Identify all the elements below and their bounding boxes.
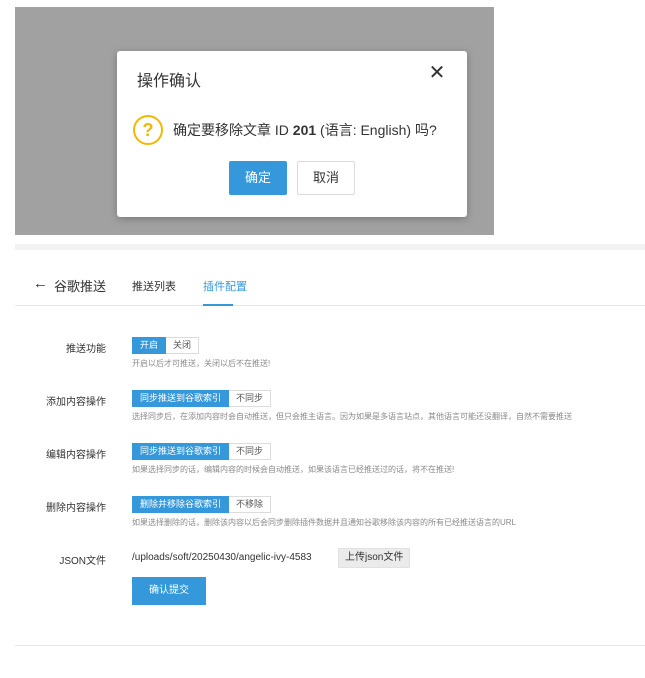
- add-content-toggle: 同步推送到谷歌索引 不同步: [132, 390, 272, 407]
- add-content-hint: 选择同步后，在添加内容时会自动推送，但只会推主语言。因为如果是多语言站点，其他语…: [132, 412, 572, 421]
- back-arrow-icon[interactable]: ←: [33, 275, 48, 292]
- active-tab-indicator: [203, 304, 233, 306]
- delete-content-toggle: 删除并移除谷歌索引 不移除: [132, 496, 272, 513]
- delete-content-hint: 如果选择删除的话，删除该内容以后会同步删除插件数据并且通知谷歌移除该内容的所有已…: [132, 518, 516, 527]
- edit-content-label: 编辑内容操作: [46, 450, 106, 461]
- push-function-toggle: 开启 关闭: [132, 337, 200, 354]
- delete-keep-option[interactable]: 不移除: [229, 496, 272, 513]
- add-sync-option[interactable]: 同步推送到谷歌索引: [132, 390, 230, 407]
- confirm-dialog: 操作确认 ✕ ? 确定要移除文章 ID 201 (语言: English) 吗?…: [117, 51, 467, 217]
- modal-overlay: 操作确认 ✕ ? 确定要移除文章 ID 201 (语言: English) 吗?…: [15, 7, 494, 235]
- tab-plugin-config[interactable]: 插件配置: [203, 278, 247, 294]
- delete-remove-option[interactable]: 删除并移除谷歌索引: [132, 496, 230, 513]
- question-icon: ?: [133, 115, 163, 145]
- page-title: 谷歌推送: [54, 279, 107, 294]
- push-function-label: 推送功能: [66, 344, 106, 355]
- push-off-option[interactable]: 关闭: [166, 337, 200, 354]
- cancel-button[interactable]: 取消: [297, 161, 355, 195]
- dialog-title: 操作确认: [137, 73, 202, 90]
- json-file-path: /uploads/soft/20250430/angelic-ivy-4583: [132, 552, 312, 563]
- tab-bar: ← 谷歌推送 推送列表 插件配置: [15, 270, 645, 306]
- add-nosync-option[interactable]: 不同步: [229, 390, 272, 407]
- confirm-button[interactable]: 确定: [229, 161, 287, 195]
- close-icon[interactable]: ✕: [427, 63, 447, 83]
- message-suffix: (语言: English) 吗?: [316, 122, 437, 138]
- push-function-hint: 开启以后才可推送，关闭以后不在推送!: [132, 359, 271, 368]
- delete-content-label: 删除内容操作: [46, 503, 106, 514]
- edit-nosync-option[interactable]: 不同步: [229, 443, 272, 460]
- edit-content-toggle: 同步推送到谷歌索引 不同步: [132, 443, 272, 460]
- message-text: 确定要移除文章 ID 201 (语言: English) 吗?: [173, 120, 437, 140]
- edit-content-hint: 如果选择同步的话，编辑内容的时候会自动推送，如果该语言已经推送过的话，将不在推送…: [132, 465, 455, 474]
- dialog-message: ? 确定要移除文章 ID 201 (语言: English) 吗?: [133, 115, 437, 145]
- message-article-id: 201: [292, 122, 317, 138]
- json-file-label: JSON文件: [59, 556, 106, 567]
- edit-sync-option[interactable]: 同步推送到谷歌索引: [132, 443, 230, 460]
- add-content-label: 添加内容操作: [46, 397, 106, 408]
- plugin-settings-page: ← 谷歌推送 推送列表 插件配置 推送功能 开启 关闭 开启以后才可推送，关闭以…: [15, 244, 645, 646]
- push-on-option[interactable]: 开启: [132, 337, 167, 354]
- submit-button[interactable]: 确认提交: [132, 577, 206, 605]
- tab-push-list[interactable]: 推送列表: [132, 278, 176, 294]
- upload-json-button[interactable]: 上传json文件: [338, 548, 411, 568]
- message-prefix: 确定要移除文章 ID: [173, 122, 293, 138]
